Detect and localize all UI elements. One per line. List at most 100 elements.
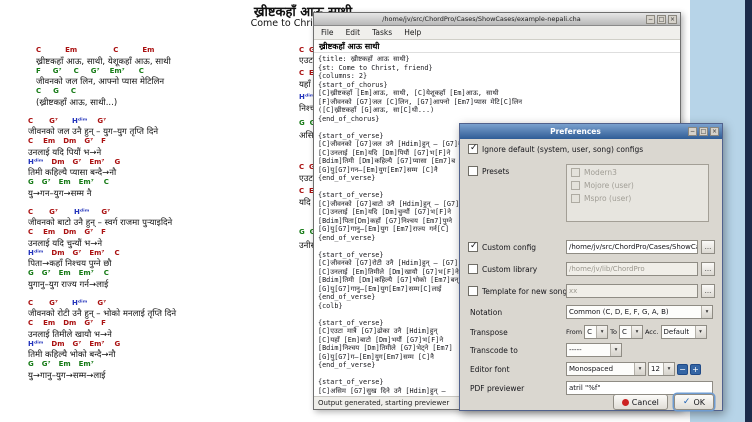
chord: Em [43, 137, 55, 145]
menu-help[interactable]: Help [404, 28, 421, 37]
preset-checkbox[interactable] [571, 168, 580, 177]
font-size-increase-button[interactable]: + [690, 364, 701, 375]
chord: Em⁷ [79, 269, 94, 277]
transpose-to-select[interactable]: C ▾ [619, 325, 643, 339]
chord: Hᵈⁱᵐ [28, 158, 43, 166]
lyric-line: यु→गानु–युग→सम्म→लाई [28, 370, 300, 381]
preset-item[interactable]: Modern3 [571, 168, 704, 177]
chord: Dm [63, 137, 76, 145]
template-row: Template for new songs [468, 284, 571, 298]
source-line: ([C]ख्रीष्टकहाँ [G]आऊ, सा[C]थी...) [318, 106, 676, 115]
preferences-maximize-button[interactable]: □ [699, 127, 708, 136]
cancel-button[interactable]: Cancel [613, 394, 668, 410]
editor-maximize-button[interactable]: □ [657, 15, 666, 24]
chord-line: HᵈⁱᵐDmG⁷Em⁷G [28, 340, 300, 350]
chord: Em⁷ [79, 360, 94, 368]
transpose-from-value: C [585, 328, 596, 336]
custom-config-checkbox[interactable] [468, 242, 478, 252]
chord-line: CEmCEm [28, 46, 300, 56]
transpose-from-select[interactable]: C ▾ [584, 325, 608, 339]
preferences-minimize-button[interactable]: − [688, 127, 697, 136]
template-checkbox[interactable] [468, 286, 478, 296]
preferences-title: Preferences [463, 127, 688, 136]
transpose-to-label: To [610, 328, 617, 336]
cancel-icon [622, 399, 629, 406]
screen-edge-strip [745, 0, 752, 422]
preset-item[interactable]: Mojore (user) [571, 181, 704, 190]
chord: G⁷ [49, 117, 58, 125]
chord: G [28, 360, 34, 368]
menu-file[interactable]: File [321, 28, 334, 37]
template-browse-button[interactable]: ... [701, 284, 715, 298]
cancel-label: Cancel [632, 398, 659, 407]
chord: Em [43, 319, 55, 327]
source-line: {st: Come to Christ, friend} [318, 64, 676, 73]
chord: G⁷ [42, 360, 51, 368]
chord: Em [142, 46, 154, 54]
notation-select[interactable]: Common (C, D, E, F, G, A, B) ▾ [566, 305, 713, 319]
chord: Em⁷ [89, 340, 104, 348]
chord: C [36, 46, 41, 54]
dropdown-arrow-icon: ▾ [631, 326, 642, 338]
chord-line: CGC [28, 87, 300, 97]
chord: C [28, 299, 33, 307]
source-line: [C]ख्रीष्टकहाँ [Em]आऊ, साथी, [C]येशूकहाँ… [318, 89, 676, 98]
chord: F [36, 67, 41, 75]
font-size-select[interactable]: 12 ▾ [648, 362, 675, 376]
preferences-titlebar[interactable]: Preferences −□× [460, 124, 722, 139]
pdf-previewer-input[interactable]: atril "%f" [566, 381, 713, 395]
chord: G⁷ [73, 249, 82, 257]
custom-config-browse-button[interactable]: ... [701, 240, 715, 254]
chord: C [28, 117, 33, 125]
chord: C [113, 46, 118, 54]
custom-library-browse-button[interactable]: ... [701, 262, 715, 276]
chord: G [28, 269, 34, 277]
chord: Em⁷ [89, 249, 104, 257]
editor-font-controls: Monospaced ▾ 12 ▾ − + [566, 362, 701, 376]
font-size-decrease-button[interactable]: − [677, 364, 688, 375]
chord: G [114, 158, 120, 166]
presets-list[interactable]: Modern3 Mojore (user) Mspro (user) [566, 164, 709, 222]
presets-checkbox[interactable] [468, 166, 478, 176]
editor-minimize-button[interactable]: − [646, 15, 655, 24]
ok-button[interactable]: ✓ OK [674, 394, 714, 410]
lyric-line: ख्रीष्टकहाँ आऊ, साथी, येशूकहाँ आऊ, साथी [28, 56, 300, 67]
transcode-select[interactable]: ----- ▾ [566, 343, 622, 357]
chord: Em [59, 360, 71, 368]
transpose-from-label: From [566, 328, 582, 336]
chord: Em [59, 178, 71, 186]
editor-font-select[interactable]: Monospaced ▾ [566, 362, 646, 376]
transpose-acc-label: Acc. [645, 328, 659, 336]
chord: F [101, 228, 106, 236]
lyric-line: यु→गन–युग→सम्म नै [28, 188, 300, 199]
chord: G⁷ [91, 67, 100, 75]
custom-library-checkbox[interactable] [468, 264, 478, 274]
editor-menubar: File Edit Tasks Help [314, 26, 680, 40]
chord: C [28, 137, 33, 145]
menu-tasks[interactable]: Tasks [372, 28, 392, 37]
editor-titlebar[interactable]: /home/jv/src/ChordPro/Cases/ShowCases/ex… [314, 13, 680, 26]
menu-edit[interactable]: Edit [346, 28, 361, 37]
transcode-label: Transcode to [470, 346, 518, 355]
dropdown-arrow-icon: ▾ [596, 326, 607, 338]
custom-config-label: Custom config [482, 243, 536, 252]
lyric-line: जीवनको रोटी उनै हुन् – भोको मनलाई तृप्ति… [28, 308, 300, 319]
preset-label: Modern3 [584, 168, 617, 177]
custom-library-input[interactable]: /home/jv/lib/ChordPro [566, 262, 698, 276]
editor-close-button[interactable]: × [668, 15, 677, 24]
preset-checkbox[interactable] [571, 194, 580, 203]
dialog-buttons: Cancel ✓ OK [613, 394, 714, 410]
preferences-close-button[interactable]: × [710, 127, 719, 136]
ignore-defaults-checkbox[interactable] [468, 144, 478, 154]
chord: C [104, 178, 109, 186]
editor-window-title: /home/jv/src/ChordPro/Cases/ShowCases/ex… [317, 15, 646, 23]
custom-config-input[interactable]: /home/jv/src/ChordPro/Cases/ShowCas [566, 240, 698, 254]
ignore-defaults-label: Ignore default (system, user, song) conf… [482, 145, 643, 154]
chord: C [104, 269, 109, 277]
transpose-acc-select[interactable]: Default ▾ [661, 325, 707, 339]
template-input[interactable]: xx [566, 284, 698, 298]
preferences-window-controls: −□× [688, 127, 719, 136]
preset-checkbox[interactable] [571, 181, 580, 190]
chord: G⁷ [84, 137, 93, 145]
preset-item[interactable]: Mspro (user) [571, 194, 704, 203]
